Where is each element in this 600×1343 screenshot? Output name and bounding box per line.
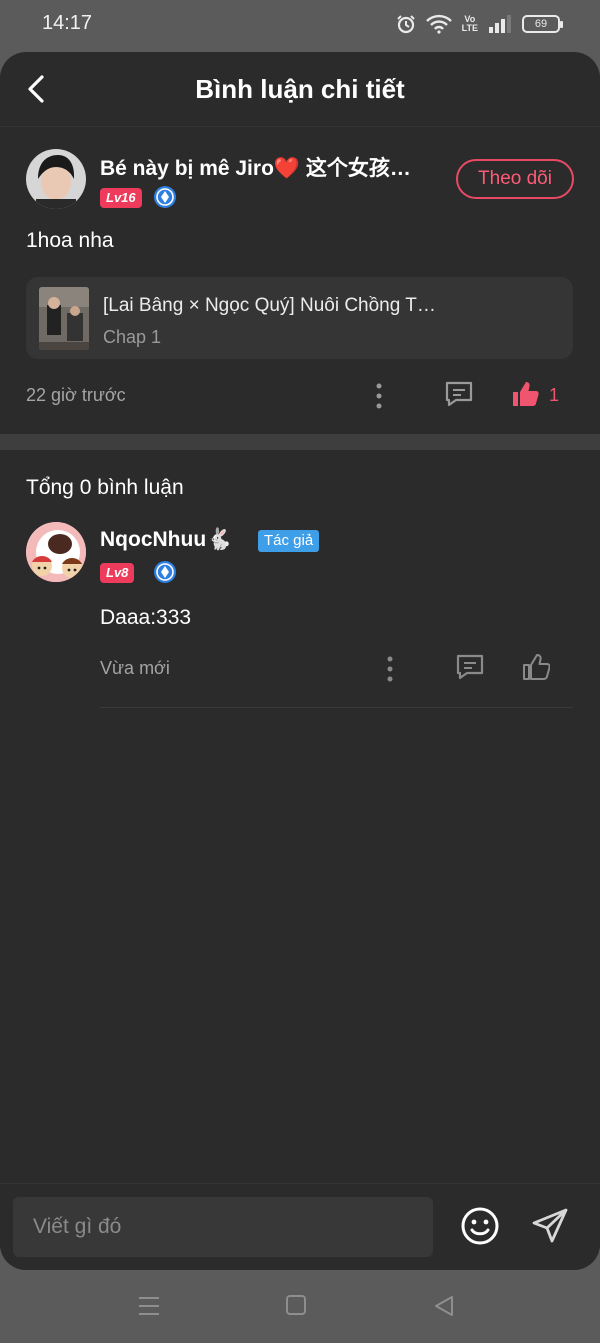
more-icon [387,656,393,682]
signal-icon [489,15,511,33]
follow-button[interactable]: Theo dõi [456,159,574,199]
comment-input-bar [0,1183,600,1270]
status-icons: Vo LTE 69 [396,14,563,34]
post-text: 1hoa nha [26,229,114,252]
post-more-button[interactable] [368,382,390,414]
home-nav-icon [286,1295,306,1315]
alarm-icon [396,15,415,34]
manga-title: [Lai Bâng × Ngọc Quý] Nuôi Chồng T… [103,295,436,316]
post-reply-button[interactable] [444,380,474,412]
manga-thumbnail [39,287,89,350]
comment-detail-sheet: Bình luận chi tiết Bé này bị mê Jiro❤️ 这… [0,52,600,1270]
home-nav-button[interactable] [285,1294,307,1320]
comment-level-badge: Lv8 [100,563,135,583]
wifi-icon [425,14,452,34]
comment-icon [456,654,484,680]
author-tag: Tác giả [258,530,320,552]
system-nav-bar [0,1270,600,1343]
avatar-image [26,149,86,209]
comment-icon [445,381,473,407]
back-nav-button[interactable] [432,1294,456,1322]
section-divider [0,434,600,450]
menu-nav-button[interactable] [137,1294,161,1322]
post-username[interactable]: Bé này bị mê Jiro❤️ 这个女孩… [100,152,411,182]
menu-nav-icon [139,1297,159,1315]
comment-avatar-image [26,522,86,582]
thumbs-up-icon [513,382,539,406]
comment-more-button[interactable] [379,655,401,687]
volte-indicator: Vo LTE [461,14,478,33]
emoji-icon [461,1207,499,1245]
shield-icon [154,561,176,583]
send-icon [532,1208,568,1243]
emoji-button[interactable] [460,1206,500,1250]
page-title: Bình luận chi tiết [195,74,405,104]
comment-avatar[interactable] [26,522,86,582]
status-time: 14:17 [42,12,93,34]
shield-icon [154,186,176,208]
post-like-count: 1 [549,385,560,405]
back-nav-icon [435,1296,453,1316]
post-like-button[interactable] [511,380,539,412]
comment-text: Daaa:333 [100,606,192,629]
level-badge: Lv16 [100,188,142,208]
status-bar: 14:17 Vo LTE 69 [0,0,600,52]
comment-username[interactable]: NqocNhuu🐇 [100,528,232,552]
battery-indicator: 69 [522,15,563,33]
header: Bình luận chi tiết [0,52,600,127]
comment-time: Vừa mới [100,658,170,678]
send-button[interactable] [530,1206,570,1250]
total-comments: Tổng 0 bình luận [26,476,184,499]
manga-card[interactable]: [Lai Bâng × Ngọc Quý] Nuôi Chồng T… Chap… [26,277,573,359]
avatar[interactable] [26,149,86,209]
comment-divider [100,707,573,708]
comment-reply-button[interactable] [455,653,485,685]
comment-input[interactable] [13,1197,433,1257]
manga-chapter: Chap 1 [103,327,162,347]
more-icon [376,383,382,409]
thumbs-up-icon [523,654,551,680]
post-time: 22 giờ trước [26,385,126,405]
comment-like-button[interactable] [522,653,551,685]
